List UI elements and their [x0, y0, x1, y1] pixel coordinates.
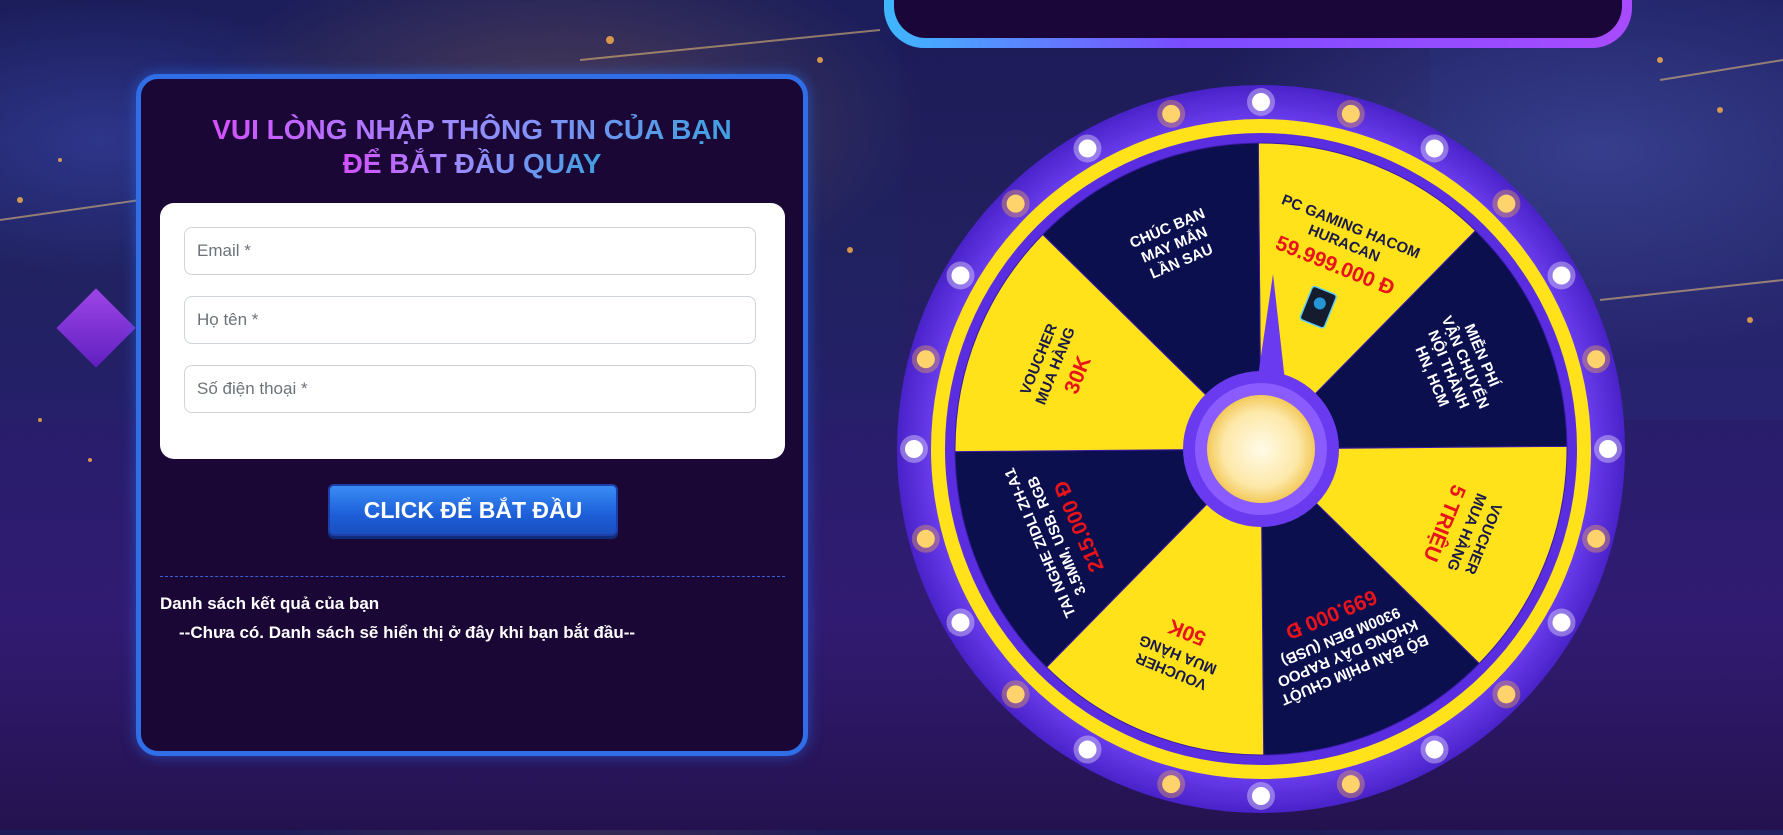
rim-bulb — [1552, 266, 1571, 285]
registration-card: VUI LÒNG NHẬP THÔNG TIN CỦA BẠN ĐỂ BẮT Đ… — [136, 74, 808, 756]
rim-bulb — [1078, 740, 1097, 759]
rim-bulb — [1078, 139, 1097, 158]
prize-wheel[interactable]: PC GAMING HACOM HURACAN 59.999.000 Đ MIỄN P… — [892, 80, 1630, 818]
rim-bulb — [916, 529, 935, 548]
rim-bulb — [1497, 685, 1516, 704]
name-field[interactable] — [184, 296, 756, 344]
rim-bulb — [1252, 787, 1270, 805]
rim-bulb — [951, 613, 970, 632]
rim-bulb — [1497, 194, 1516, 213]
rim-bulb — [1587, 350, 1606, 369]
divider — [160, 576, 785, 577]
rim-bulb — [1006, 194, 1025, 213]
rim-bulb — [951, 266, 970, 285]
start-button[interactable]: CLICK ĐỂ BẮT ĐẦU — [328, 484, 618, 536]
results-empty-text: --Chưa có. Danh sách sẽ hiển thị ở đây k… — [179, 623, 636, 642]
rim-bulb — [905, 440, 923, 458]
form-title-line-2: ĐỂ BẮT ĐẦU QUAY — [342, 148, 602, 179]
rim-bulb — [1252, 93, 1270, 111]
form-title: VUI LÒNG NHẬP THÔNG TIN CỦA BẠN ĐỂ BẮT Đ… — [141, 113, 803, 181]
rim-bulb — [1587, 529, 1606, 548]
rim-bulb — [1341, 104, 1360, 123]
rim-bulb — [916, 350, 935, 369]
phone-field[interactable] — [184, 365, 756, 413]
rim-bulb — [1599, 440, 1617, 458]
rim-bulb — [1162, 775, 1181, 794]
rim-bulb — [1425, 139, 1444, 158]
input-panel — [160, 203, 785, 459]
rim-bulb — [1006, 685, 1025, 704]
top-banner-frame — [884, 0, 1632, 48]
wheel-svg: PC GAMING HACOMHURACAN59.999.000 ĐMIỄN P… — [897, 85, 1625, 813]
decorative-diamond — [56, 288, 136, 368]
rim-bulb — [1552, 613, 1571, 632]
wheel-spin-button[interactable] — [1207, 395, 1315, 503]
email-field[interactable] — [184, 227, 756, 275]
form-title-line-1: VUI LÒNG NHẬP THÔNG TIN CỦA BẠN — [212, 114, 732, 145]
rim-bulb — [1425, 740, 1444, 759]
top-banner-inner — [894, 0, 1622, 38]
results-heading: Danh sách kết quả của bạn — [160, 594, 380, 613]
rim-bulb — [1341, 775, 1360, 794]
rim-bulb — [1162, 104, 1181, 123]
